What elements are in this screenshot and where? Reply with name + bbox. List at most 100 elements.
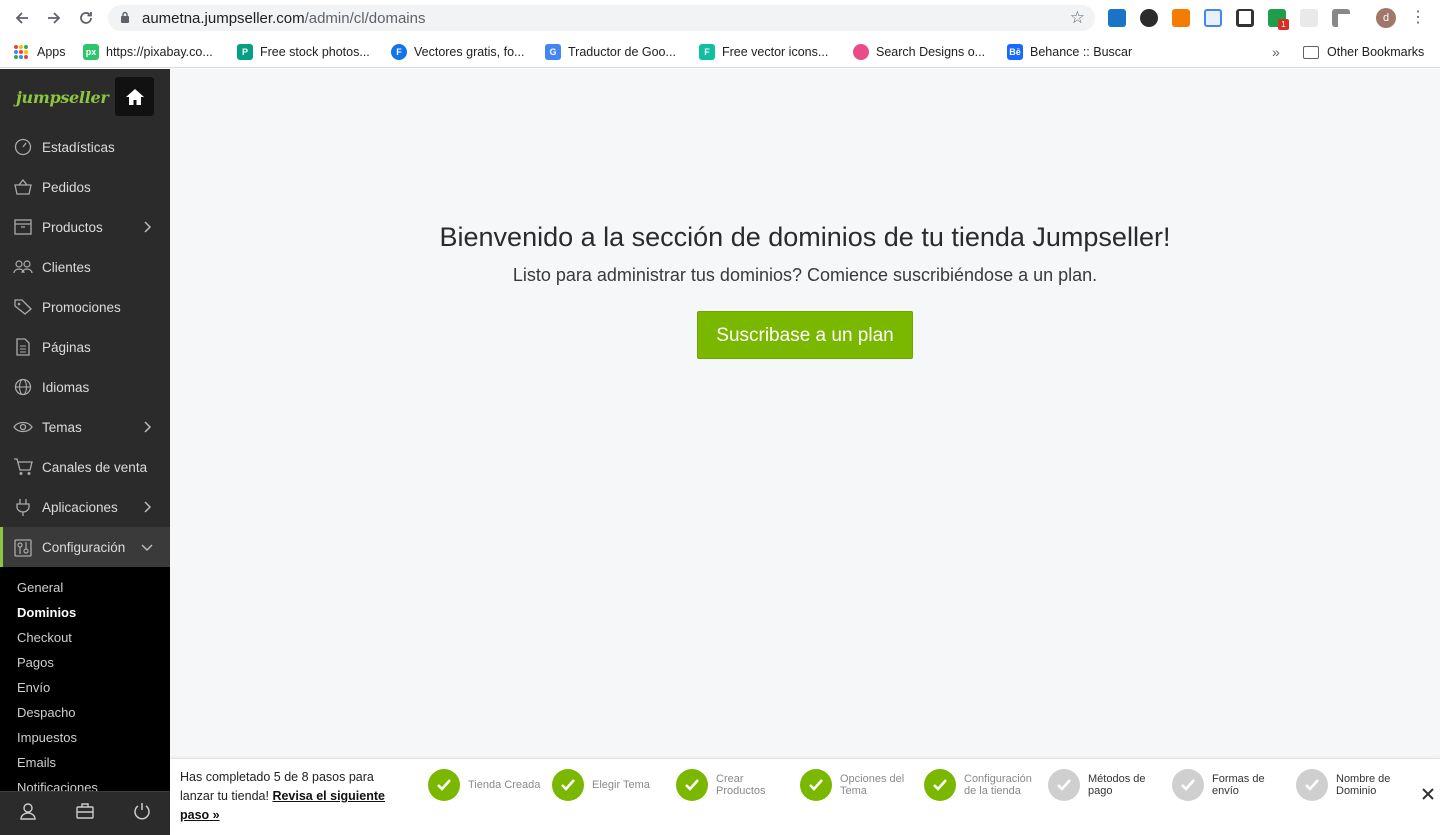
bookmark-freepik[interactable]: F Vectores gratis, fo...: [391, 42, 524, 62]
sidebar-item-paginas[interactable]: Páginas: [0, 327, 170, 367]
submenu-envio[interactable]: Envío: [0, 675, 170, 700]
globe-icon: [13, 378, 33, 396]
sidebar-footer: [0, 791, 170, 835]
extension-shield-icon[interactable]: [1236, 9, 1254, 27]
profile-avatar[interactable]: d: [1376, 8, 1396, 28]
browser-menu-icon[interactable]: ⋮: [1410, 8, 1426, 28]
page-subtitle: Listo para administrar tus dominios? Com…: [512, 265, 1098, 285]
document-icon: [13, 338, 33, 356]
basket-icon: [13, 178, 33, 196]
jumpseller-logo[interactable]: jumpseller: [16, 88, 109, 107]
submenu-emails[interactable]: Emails: [0, 750, 170, 775]
onboarding-step-label: Formas de envío: [1212, 773, 1265, 797]
extension-translate-icon[interactable]: [1204, 9, 1222, 27]
power-icon[interactable]: [133, 802, 151, 825]
main-content: Bienvenido a la sección de dominios de t…: [170, 69, 1440, 758]
sidebar-item-canales-de-venta[interactable]: Canales de venta: [0, 447, 170, 487]
onboarding-step[interactable]: Crear Productos: [676, 769, 794, 801]
submenu-checkout[interactable]: Checkout: [0, 625, 170, 650]
extension-k-icon[interactable]: [1140, 9, 1158, 27]
onboarding-step[interactable]: Tienda Creada: [428, 769, 546, 801]
extension-grid-icon[interactable]: [1300, 9, 1318, 27]
onboarding-step-label: Opciones del Tema: [840, 773, 905, 797]
users-icon: [13, 258, 33, 276]
back-icon[interactable]: [10, 6, 34, 30]
eye-icon: [13, 418, 33, 436]
dribbble-icon: [853, 44, 869, 60]
onboarding-step-label: Elegir Tema: [592, 779, 650, 791]
user-icon[interactable]: [19, 802, 37, 825]
bookmarks-bar: Apps px https://pixabay.co... P Free sto…: [0, 36, 1440, 68]
folder-icon: [1303, 45, 1319, 59]
close-icon[interactable]: [1420, 786, 1436, 802]
onboarding-step[interactable]: Métodos de pago: [1048, 769, 1166, 801]
check-circle-icon: [800, 769, 832, 801]
sidebar-item-productos[interactable]: Productos: [0, 207, 170, 247]
freepik-icon: F: [391, 44, 407, 60]
sidebar: jumpseller Estadísticas Pedidos Producto…: [0, 69, 170, 835]
submenu-despacho[interactable]: Despacho: [0, 700, 170, 725]
home-icon: [125, 88, 144, 105]
extension-s-icon[interactable]: [1108, 9, 1126, 27]
bookmark-star-icon[interactable]: ☆: [1070, 8, 1085, 28]
extension-badge: 1: [1278, 19, 1289, 30]
bookmark-apps[interactable]: Apps: [14, 42, 66, 62]
chevron-down-icon: [141, 544, 153, 552]
page-title: Bienvenido a la sección de dominios de t…: [439, 222, 1171, 252]
sidebar-item-temas[interactable]: Temas: [0, 407, 170, 447]
sidebar-menu: Estadísticas Pedidos Productos Clientes …: [0, 127, 170, 568]
extension-check-icon[interactable]: 1: [1268, 9, 1289, 30]
other-bookmarks[interactable]: Other Bookmarks: [1303, 42, 1424, 62]
configuracion-submenu: General Dominios Checkout Pagos Envío De…: [0, 567, 170, 791]
bookmark-flaticon[interactable]: F Free vector icons...: [699, 42, 828, 62]
sidebar-item-idiomas[interactable]: Idiomas: [0, 367, 170, 407]
submenu-pagos[interactable]: Pagos: [0, 650, 170, 675]
plug-icon: [13, 498, 33, 516]
chevron-right-icon: [144, 501, 152, 513]
reload-icon[interactable]: [74, 6, 98, 30]
extension-chart-icon[interactable]: [1172, 9, 1190, 27]
onboarding-step[interactable]: Configuración de la tienda: [924, 769, 1042, 801]
onboarding-step-label: Configuración de la tienda: [964, 773, 1032, 797]
submenu-general[interactable]: General: [0, 575, 170, 600]
flaticon-icon: F: [699, 44, 715, 60]
home-button[interactable]: [115, 77, 154, 116]
sidebar-item-pedidos[interactable]: Pedidos: [0, 167, 170, 207]
behance-icon: Bē: [1007, 44, 1023, 60]
google-translate-icon: G: [545, 44, 561, 60]
submenu-dominios[interactable]: Dominios: [0, 600, 170, 625]
sidebar-item-promociones[interactable]: Promociones: [0, 287, 170, 327]
briefcase-icon[interactable]: [76, 803, 94, 824]
bookmark-pixabay[interactable]: px https://pixabay.co...: [83, 42, 213, 62]
sidebar-item-estadisticas[interactable]: Estadísticas: [0, 127, 170, 167]
bookmark-google-translate[interactable]: G Traductor de Goo...: [545, 42, 676, 62]
bookmark-dribbble[interactable]: Search Designs o...: [853, 42, 985, 62]
bookmarks-overflow-icon[interactable]: »: [1272, 42, 1280, 62]
onboarding-step[interactable]: Elegir Tema: [552, 769, 670, 801]
box-icon: [13, 218, 33, 236]
onboarding-step[interactable]: Formas de envío: [1172, 769, 1290, 801]
onboarding-message: Has completado 5 de 8 pasos para lanzar …: [180, 770, 385, 822]
onboarding-step[interactable]: Nombre de Dominio: [1296, 769, 1414, 801]
submenu-impuestos[interactable]: Impuestos: [0, 725, 170, 750]
sidebar-item-configuracion[interactable]: Configuración: [0, 527, 170, 568]
extension-paint-icon[interactable]: [1332, 9, 1350, 27]
onboarding-step-label: Nombre de Dominio: [1336, 773, 1391, 797]
apps-grid-icon: [14, 45, 28, 59]
subscribe-plan-button[interactable]: Suscribase a un plan: [697, 311, 913, 359]
bookmark-pexels[interactable]: P Free stock photos...: [237, 42, 370, 62]
settings-sliders-icon: [13, 538, 33, 557]
address-bar[interactable]: aumetna.jumpseller.com/admin/cl/domains …: [108, 5, 1095, 31]
onboarding-bar: Has completado 5 de 8 pasos para lanzar …: [170, 758, 1440, 835]
cart-icon: [13, 458, 33, 476]
forward-icon[interactable]: [42, 6, 66, 30]
submenu-notificaciones[interactable]: Notificaciones: [0, 775, 170, 791]
check-circle-icon: [428, 769, 460, 801]
sidebar-item-aplicaciones[interactable]: Aplicaciones: [0, 487, 170, 527]
sidebar-item-clientes[interactable]: Clientes: [0, 247, 170, 287]
check-circle-icon: [552, 769, 584, 801]
bookmark-behance[interactable]: Bē Behance :: Buscar: [1007, 42, 1132, 62]
onboarding-step[interactable]: Opciones del Tema: [800, 769, 918, 801]
sidebar-brand: jumpseller: [0, 69, 170, 127]
check-circle-icon: [1048, 769, 1080, 801]
